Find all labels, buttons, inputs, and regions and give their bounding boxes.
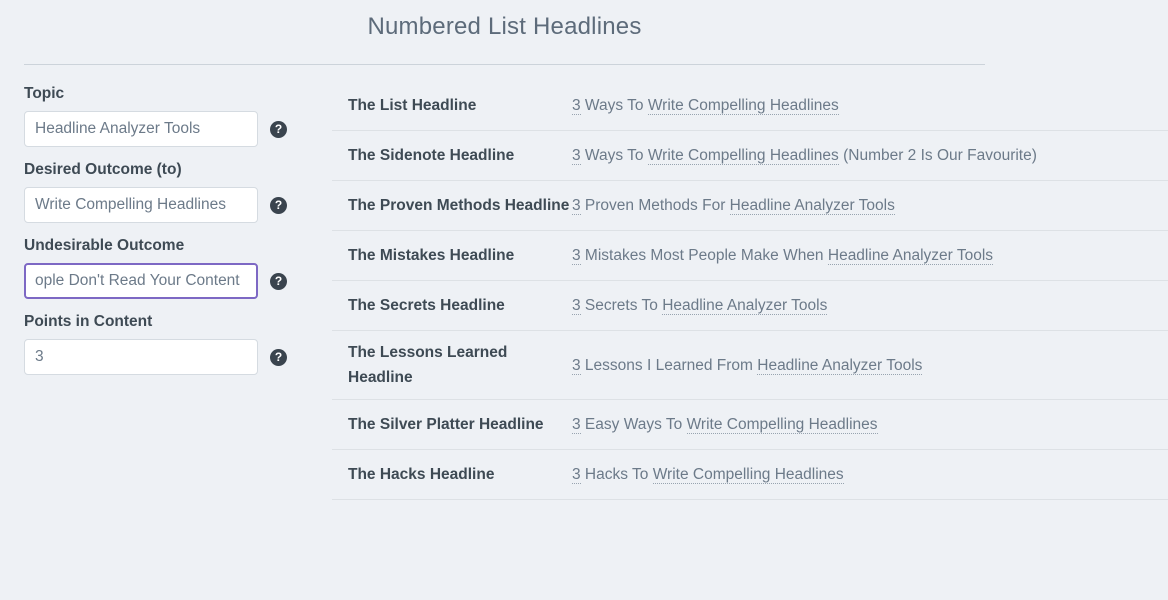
table-row: The Hacks Headline 3 Hacks To Write Compe… <box>332 450 1168 500</box>
headline-value[interactable]: 3 Ways To Write Compelling Headlines (Nu… <box>572 143 1168 168</box>
help-circle-icon-desired_outcome[interactable]: ? <box>270 196 287 214</box>
help-circle-icon-topic[interactable]: ? <box>270 120 287 138</box>
headline-type-label: The Proven Methods Headline <box>348 197 570 214</box>
headline-static-text: Ways To <box>580 97 648 114</box>
headline-variable: Headline Analyzer Tools <box>827 247 994 265</box>
results-list: The List Headline 3 Ways To Write Compell… <box>332 65 1168 500</box>
field-row-undesirable_outcome: ? <box>24 263 332 299</box>
headline-variable: 3 <box>572 466 581 484</box>
headline-variable: Write Compelling Headlines <box>647 97 839 115</box>
headline-static-text: Secrets To <box>580 297 663 314</box>
headline-variable: 3 <box>572 147 581 165</box>
headline-type-label: The Lessons Learned Headline <box>348 344 508 386</box>
headline-variable: Write Compelling Headlines <box>652 466 844 484</box>
table-row: The List Headline 3 Ways To Write Compell… <box>332 81 1168 131</box>
headline-value[interactable]: 3 Proven Methods For Headline Analyzer T… <box>572 193 1168 218</box>
headline-type-label: The Hacks Headline <box>348 466 495 483</box>
headline-variable: 3 <box>572 416 581 434</box>
headline-static-text: Proven Methods For <box>580 197 730 214</box>
headline-value[interactable]: 3 Lessons I Learned From Headline Analyz… <box>572 353 1168 378</box>
headline-variable: 3 <box>572 97 581 115</box>
headline-variable: 3 <box>572 356 581 375</box>
headline-variable: Write Compelling Headlines <box>647 147 839 165</box>
table-row: The Lessons Learned Headline 3 Lessons I … <box>332 331 1168 400</box>
page-root: Numbered List Headlines Topic?Desired Ou… <box>0 0 1168 600</box>
headline-type-label: The Silver Platter Headline <box>348 416 544 433</box>
points-in-content-input[interactable] <box>24 339 258 375</box>
headline-static-text: Mistakes Most People Make When <box>580 247 828 264</box>
field-desired_outcome: Desired Outcome (to)? <box>24 159 332 223</box>
field-undesirable_outcome: Undesirable Outcome? <box>24 235 332 299</box>
headline-type-label: The Mistakes Headline <box>348 247 515 264</box>
page-header: Numbered List Headlines <box>0 0 1009 65</box>
field-topic: Topic? <box>24 83 332 147</box>
headline-static-text: (Number 2 Is Our Favourite) <box>838 147 1037 164</box>
headline-variable: Headline Analyzer Tools <box>662 297 828 315</box>
headline-value[interactable]: 3 Hacks To Write Compelling Headlines <box>572 462 1168 487</box>
field-label-points_in_content: Points in Content <box>24 313 153 330</box>
headline-variable: 3 <box>572 197 581 215</box>
headline-value[interactable]: 3 Secrets To Headline Analyzer Tools <box>572 293 1168 318</box>
desired-outcome-input[interactable] <box>24 187 258 223</box>
headline-value[interactable]: 3 Ways To Write Compelling Headlines <box>572 93 1168 118</box>
field-row-topic: ? <box>24 111 332 147</box>
headline-variable: 3 <box>572 247 581 265</box>
table-row: The Sidenote Headline 3 Ways To Write Com… <box>332 131 1168 181</box>
table-row: The Proven Methods Headline 3 Proven Meth… <box>332 181 1168 231</box>
field-label-desired_outcome: Desired Outcome (to) <box>24 161 182 178</box>
headline-variable: 3 <box>572 297 581 315</box>
help-circle-icon-undesirable_outcome[interactable]: ? <box>270 272 287 290</box>
headline-variable: Headline Analyzer Tools <box>729 197 895 215</box>
table-row: The Silver Platter Headline 3 Easy Ways T… <box>332 400 1168 450</box>
headline-variable: Write Compelling Headlines <box>686 416 878 434</box>
headline-static-text: Lessons I Learned From <box>580 356 758 374</box>
content-area: Topic?Desired Outcome (to)?Undesirable O… <box>0 65 1168 500</box>
undesirable-outcome-input[interactable] <box>24 263 258 299</box>
headline-value[interactable]: 3 Easy Ways To Write Compelling Headline… <box>572 412 1168 437</box>
form-panel: Topic?Desired Outcome (to)?Undesirable O… <box>0 65 332 387</box>
table-row: The Secrets Headline 3 Secrets To Headlin… <box>332 281 1168 331</box>
headline-type-label: The List Headline <box>348 97 477 114</box>
topic-input[interactable] <box>24 111 258 147</box>
headline-type-label: The Secrets Headline <box>348 297 505 314</box>
field-row-points_in_content: ? <box>24 339 332 375</box>
page-title: Numbered List Headlines <box>367 13 642 40</box>
field-label-undesirable_outcome: Undesirable Outcome <box>24 237 185 254</box>
help-circle-icon-points_in_content[interactable]: ? <box>270 348 287 366</box>
headline-variable: Headline Analyzer Tools <box>757 356 923 375</box>
headline-static-text: Easy Ways To <box>580 416 687 433</box>
headline-type-label: The Sidenote Headline <box>348 147 515 164</box>
headline-static-text: Hacks To <box>580 466 653 483</box>
table-row: The Mistakes Headline 3 Mistakes Most Peo… <box>332 231 1168 281</box>
field-points_in_content: Points in Content? <box>24 311 332 375</box>
headline-static-text: Ways To <box>580 147 648 164</box>
headline-value[interactable]: 3 Mistakes Most People Make When Headlin… <box>572 243 1168 268</box>
field-row-desired_outcome: ? <box>24 187 332 223</box>
field-label-topic: Topic <box>24 85 65 102</box>
